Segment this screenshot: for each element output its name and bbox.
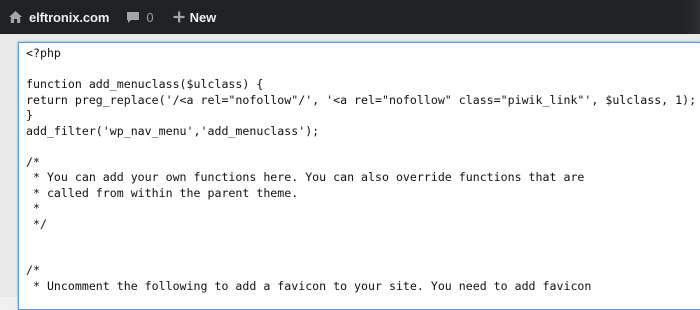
comment-bubble-icon — [126, 11, 140, 24]
code-line: <?php — [26, 46, 61, 60]
code-line: /* — [26, 263, 40, 277]
code-editor-textarea[interactable]: <?php function add_menuclass($ulclass) {… — [18, 42, 700, 310]
comment-count: 0 — [146, 9, 154, 25]
code-line: * — [26, 201, 40, 215]
site-name: elftronix.com — [29, 9, 110, 25]
code-line: /* — [26, 154, 40, 169]
code-line: function add_menuclass($ulclass) { — [26, 77, 264, 91]
code-content: <?php function add_menuclass($ulclass) {… — [19, 43, 700, 294]
new-content-button[interactable]: New — [161, 0, 224, 34]
code-line: */ — [26, 216, 47, 231]
admin-bar-edge — [682, 0, 700, 34]
new-label: New — [189, 9, 217, 25]
code-line: * You can add your own functions here. Y… — [26, 170, 585, 184]
code-line: * Uncomment the following to add a favic… — [26, 278, 592, 293]
code-line: } — [26, 108, 33, 122]
editor-area: <?php function add_menuclass($ulclass) {… — [0, 34, 700, 310]
plus-icon — [173, 11, 185, 23]
home-icon — [8, 10, 23, 24]
code-line: * called from within the parent theme. — [26, 185, 299, 200]
code-line: return preg_replace('/<a rel="nofollow"/… — [26, 92, 697, 107]
site-name-link[interactable]: elftronix.com — [0, 0, 116, 34]
comments-link[interactable]: 0 — [116, 0, 160, 34]
code-line: add_filter('wp_nav_menu','add_menuclass'… — [26, 123, 320, 138]
admin-bar: elftronix.com 0 New — [0, 0, 700, 34]
